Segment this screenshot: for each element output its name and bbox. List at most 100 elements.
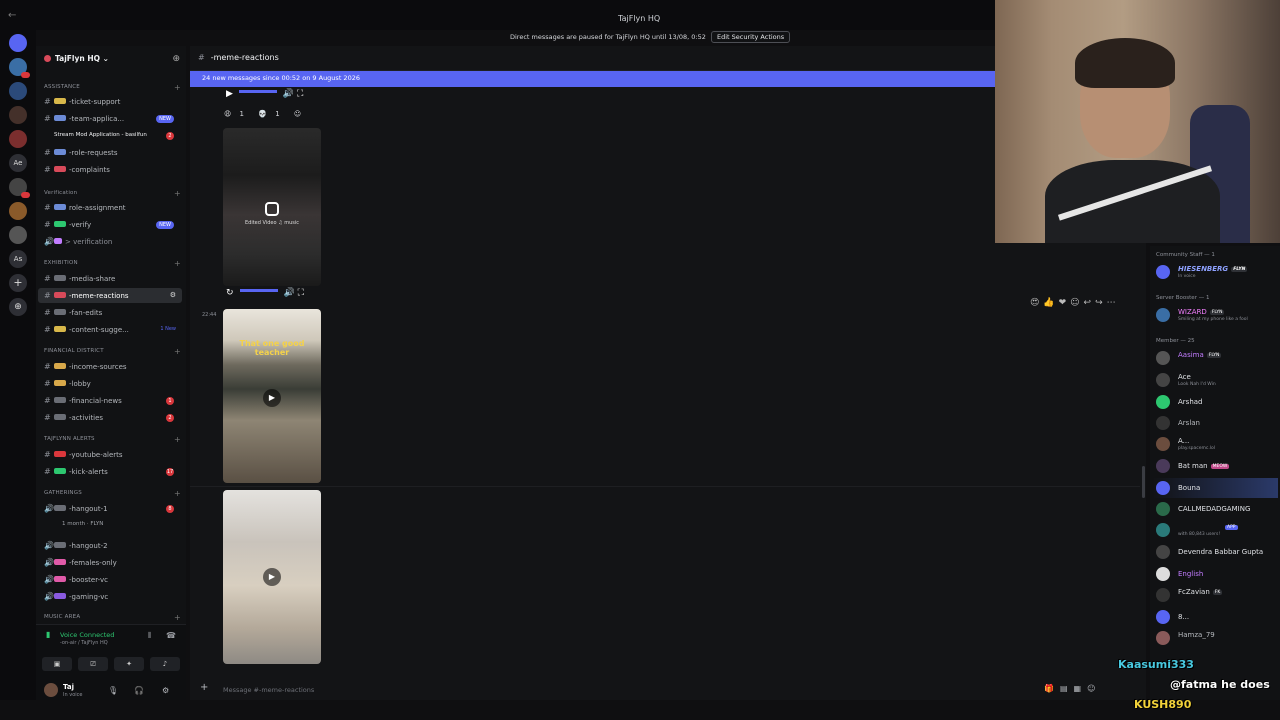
category-financial-district[interactable]: FINANCIAL DISTRICT + [44,347,181,356]
channel-kick-alerts[interactable]: # -kick-alerts 17 [38,464,182,479]
channel-team-applica[interactable]: # -team-applica... NEW [38,111,182,126]
video-attachment[interactable]: ▶ [223,490,321,664]
server-icon[interactable] [9,82,27,100]
channel-youtube-alerts[interactable]: # -youtube-alerts [38,447,182,462]
video-attachment[interactable]: That one good teacher ▶ [223,309,321,483]
server-icon[interactable] [9,130,27,148]
video-attachment[interactable]: Edited Video ♫ music [223,128,321,286]
channel-ticket-support[interactable]: # -ticket-support [38,94,182,109]
voice-user[interactable]: 1 month · FLYN [56,517,176,532]
category-music-area[interactable]: MUSIC AREA + [44,613,181,622]
voice-channel-hangout-1[interactable]: 🔊 -hangout-1 8 [38,501,182,516]
signal-icon[interactable]: ▮ [46,630,50,639]
invite-people-icon[interactable]: ⊕ [172,54,180,64]
member-item[interactable]: Bouna [1152,478,1278,498]
thread-stream-mod-application[interactable]: Stream Mod Application - basilfun 2 [38,128,182,143]
message-input-placeholder[interactable]: Message #-meme-reactions [223,686,314,694]
channel-content-sugge[interactable]: # -content-sugge... 1 New [38,322,182,337]
message-timestamp: 22:44 [202,312,217,318]
edit-security-actions-button[interactable]: Edit Security Actions [711,31,791,43]
mic-icon[interactable]: 🎙 [108,686,118,695]
reactions[interactable]: 😩 1 💀 1 ☺ [224,110,307,118]
channel-role-requests[interactable]: # -role-requests [38,145,182,160]
video-controls[interactable]: ▶ 🔊 ⛶ [226,89,303,99]
member-item[interactable]: WIZARD FLYN Smiling at my phone like a foo… [1152,305,1278,325]
member-item[interactable]: Ace Look Nah I'd Win [1152,370,1278,390]
camera-button[interactable]: ▣ [42,657,72,671]
member-item[interactable]: CALLMEDADGAMING [1152,499,1278,519]
server-icon[interactable] [9,58,30,78]
member-item[interactable]: APP with 80,843 users! [1152,520,1278,540]
noise-suppression-icon[interactable]: ⦀ [148,631,152,641]
avatar [1156,523,1170,537]
member-item[interactable]: English [1152,564,1278,584]
thumbs-up-icon: 👍 [1043,298,1055,308]
member-item[interactable]: Arslan [1152,413,1278,433]
member-item[interactable]: A... play.spacemc.lol [1152,434,1278,454]
category-gatherings[interactable]: GATHERINGS + [44,489,181,498]
video-controls[interactable]: ↻ 🔊 ⛶ [226,288,304,298]
headphones-icon[interactable]: 🎧 [134,686,144,695]
category-tajflynn-alerts[interactable]: TAJFLYNN ALERTS + [44,435,181,444]
channel-meme-reactions[interactable]: # -meme-reactions ⚙ [38,288,182,303]
channel-header: # -meme-reactions [190,46,996,71]
server-icon[interactable] [9,106,27,124]
category-verification[interactable]: Verification + [44,189,181,198]
category-exhibition[interactable]: EXHIBITION + [44,259,181,268]
avatar [1156,502,1170,516]
channel-role-assignment[interactable]: # role-assignment [38,200,182,215]
back-arrow-icon[interactable]: ← [8,10,16,21]
settings-gear-icon[interactable]: ⚙ [162,686,169,695]
add-server-icon[interactable]: + [9,274,27,292]
avatar[interactable] [44,683,58,697]
play-icon[interactable]: ▶ [263,568,281,586]
user-panel[interactable]: Taj In voice 🎙 🎧 ⚙ [36,679,186,701]
category-assistance[interactable]: ASSISTANCE + [44,83,181,92]
scrollbar[interactable] [1142,466,1145,498]
attach-plus-icon[interactable]: + [200,682,208,693]
voice-channel-gaming-vc[interactable]: 🔊 -gaming-vc [38,589,182,604]
activities-button[interactable]: ✦ [114,657,144,671]
user-name: Taj [63,683,74,691]
member-item[interactable]: Arshad [1152,392,1278,412]
server-icon-ae[interactable]: Ae [9,154,27,172]
voice-channel-hangout-2[interactable]: 🔊 -hangout-2 [38,538,182,553]
play-icon[interactable]: ▶ [263,389,281,407]
channel-activities[interactable]: # -activities 2 [38,410,182,425]
screen-share-button[interactable]: ⎚ [78,657,108,671]
voice-channel-name[interactable]: -on-air / TajFlyn HQ [60,640,108,646]
chat-overlay-line: KUSH890 [1134,698,1192,711]
channel-income-sources[interactable]: # -income-sources [38,359,182,374]
channel-complaints[interactable]: # -complaints [38,162,182,177]
server-icon[interactable] [9,178,30,198]
voice-channel-females-only[interactable]: 🔊 -females-only [38,555,182,570]
server-icon-as[interactable]: As [9,250,27,268]
member-item[interactable]: 8... [1152,607,1278,627]
channel-verification[interactable]: 🔊 > verification [38,234,182,249]
channel-lobby[interactable]: # -lobby [38,376,182,391]
member-item[interactable]: HIESENBERG FLYN In voice [1152,262,1278,282]
server-icon[interactable] [9,226,27,244]
server-icon[interactable] [9,202,27,220]
channel-fan-edits[interactable]: # -fan-edits [38,305,182,320]
reaction: 😩 1 [224,110,245,118]
message-toolbar[interactable]: 😍 👍 ❤ ☺ ↩ ↪ ⋯ [1030,298,1120,308]
server-name[interactable]: TajFlyn HQ ⌄ [44,54,109,63]
disconnect-icon[interactable]: ☎ [166,631,176,640]
soundboard-button[interactable]: ♪ [150,657,180,671]
replay-icon: ↻ [226,288,234,298]
channel-verify[interactable]: # -verify NEW [38,217,182,232]
message-input[interactable]: + Message #-meme-reactions 🎁▤▦☺ [190,679,1146,700]
member-item[interactable]: Aasima FLYN [1152,348,1278,368]
home-icon[interactable] [9,34,27,52]
member-item[interactable]: Bat man MEOW [1152,456,1278,476]
member-item[interactable]: Devendra Babbar Gupta [1152,542,1278,562]
discover-icon[interactable]: ⊕ [9,298,27,316]
voice-channel-booster-vc[interactable]: 🔊 -booster-vc [38,572,182,587]
member-item[interactable]: Hamza_79 [1152,628,1278,648]
input-toolbar-icons[interactable]: 🎁▤▦☺ [1044,684,1101,693]
channel-financial-news[interactable]: # -financial-news 1 [38,393,182,408]
channel-media-share[interactable]: # -media-share [38,271,182,286]
new-messages-bar[interactable]: 24 new messages since 00:52 on 9 August … [190,71,996,87]
member-item[interactable]: FcZavian FK [1152,585,1278,605]
